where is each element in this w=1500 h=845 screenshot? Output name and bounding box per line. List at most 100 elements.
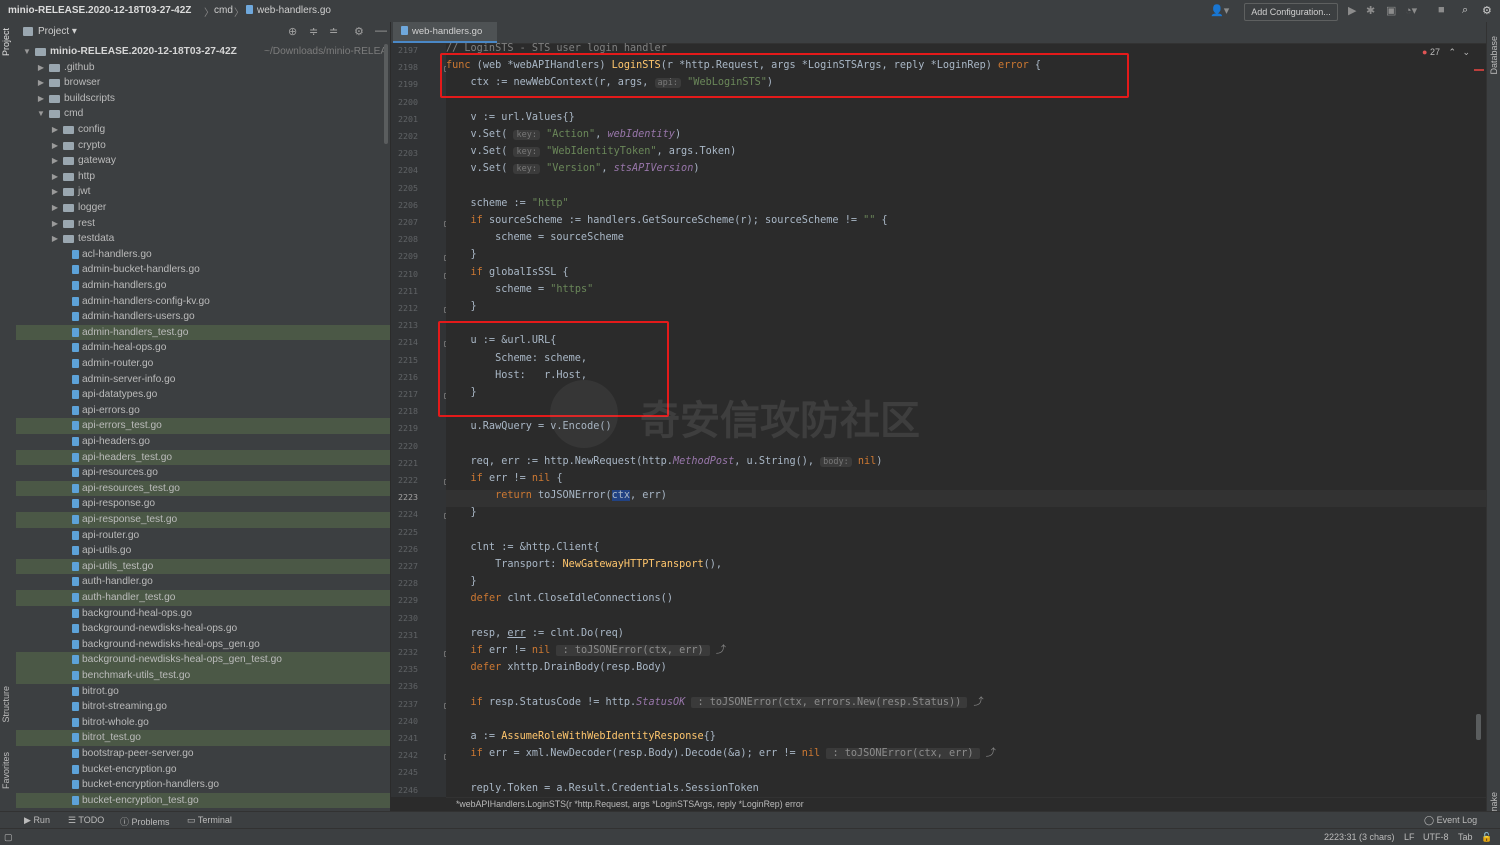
code-line[interactable]: defer xhttp.DrainBody(resp.Body) [446, 659, 667, 676]
tree-file-item[interactable]: api-headers.go [16, 434, 390, 450]
line-number[interactable]: 2227 [391, 561, 418, 571]
code-line[interactable]: resp, err := clnt.Do(req) [446, 625, 624, 642]
tree-folder-item[interactable]: ▶ rest [16, 216, 390, 232]
code-line[interactable]: req, err := http.NewRequest(http.MethodP… [446, 453, 882, 470]
line-number[interactable]: 2240 [391, 716, 418, 726]
error-stripe-marker[interactable] [1474, 69, 1484, 71]
code-breadcrumb[interactable]: *webAPIHandlers.LoginSTS(r *http.Request… [456, 799, 804, 809]
line-number[interactable]: 2245 [391, 767, 418, 777]
line-number[interactable]: 2199 [391, 79, 418, 89]
editor-scrollbar[interactable] [1476, 714, 1481, 740]
line-number[interactable]: 2201 [391, 114, 418, 124]
code-line[interactable]: v.Set( key: "Version", stsAPIVersion) [446, 160, 699, 177]
tree-file-item[interactable]: api-errors.go [16, 403, 390, 419]
tree-folder-item[interactable]: ▶ testdata [16, 231, 390, 247]
gear-icon[interactable]: ⚙ [1482, 4, 1492, 17]
line-number[interactable]: 2208 [391, 234, 418, 244]
tree-folder-item[interactable]: ▶ gateway [16, 153, 390, 169]
debug-icon[interactable]: ✱ [1366, 4, 1375, 17]
line-number[interactable]: 2207 [391, 217, 418, 227]
breadcrumb-dir[interactable]: cmd [214, 5, 233, 16]
tree-file-item[interactable]: admin-server-info.go [16, 372, 390, 388]
file-encoding[interactable]: UTF-8 [1423, 832, 1449, 842]
code-line[interactable]: return toJSONError(ctx, err) [446, 487, 667, 504]
tab-web-handlers[interactable]: web-handlers.go [393, 22, 497, 43]
locate-icon[interactable]: ⊕ [288, 25, 297, 38]
database-tool-tab[interactable]: Database [1489, 36, 1499, 75]
code-line[interactable]: if err != nil : toJSONError(ctx, err) ⤴ [446, 642, 726, 659]
line-number[interactable]: 2226 [391, 544, 418, 554]
previous-problem-icon[interactable]: ⌃ [1448, 47, 1456, 57]
code-breadcrumb-bar[interactable]: *webAPIHandlers.LoginSTS(r *http.Request… [446, 797, 1486, 812]
line-number[interactable]: 2220 [391, 441, 418, 451]
breadcrumb-file[interactable]: web-handlers.go [246, 5, 331, 16]
search-icon[interactable]: ⌕ [1462, 4, 1468, 17]
tree-file-item[interactable]: background-heal-ops.go [16, 606, 390, 622]
tree-folder-item[interactable]: ▶ jwt [16, 184, 390, 200]
project-tool-tab[interactable]: Project [1, 28, 11, 56]
tree-root-item[interactable]: ▼ minio-RELEASE.2020-12-18T03-27-42Z ~/Dow… [16, 44, 390, 60]
code-line[interactable]: reply.Token = a.Result.Credentials.Sessi… [446, 780, 759, 797]
coverage-icon[interactable]: ▣ [1386, 4, 1396, 17]
chevron-right-icon[interactable]: ▶ [50, 216, 60, 232]
hide-panel-icon[interactable]: — [375, 23, 387, 37]
code-line[interactable]: } [446, 246, 477, 263]
code-line[interactable]: if err = xml.NewDecoder(resp.Body).Decod… [446, 745, 996, 762]
tree-file-item[interactable]: admin-handlers-users.go [16, 309, 390, 325]
code-line[interactable]: if globalIsSSL { [446, 264, 569, 281]
tree-folder-item[interactable]: ▶ http [16, 169, 390, 185]
tree-file-item[interactable]: api-response.go [16, 496, 390, 512]
line-number[interactable]: 2198 [391, 62, 418, 72]
code-line[interactable]: v.Set( key: "Action", webIdentity) [446, 126, 681, 143]
line-number[interactable]: 2225 [391, 527, 418, 537]
tree-file-item[interactable]: benchmark-utils_test.go [16, 668, 390, 684]
code-line[interactable]: defer clnt.CloseIdleConnections() [446, 590, 673, 607]
line-number[interactable]: 2213 [391, 320, 418, 330]
profile-icon[interactable]: ◔▾ [1405, 4, 1417, 17]
chevron-down-icon[interactable]: ▼ [36, 106, 46, 122]
tree-file-item[interactable]: api-response_test.go [16, 512, 390, 528]
chevron-right-icon[interactable]: ▶ [50, 184, 60, 200]
line-number[interactable]: 2200 [391, 97, 418, 107]
code-line[interactable]: a := AssumeRoleWithWebIdentityResponse{} [446, 728, 716, 745]
chevron-right-icon[interactable]: ▶ [50, 169, 60, 185]
line-number[interactable]: 2237 [391, 699, 418, 709]
tree-folder-item[interactable]: ▶ .github [16, 60, 390, 76]
chevron-right-icon[interactable]: ▶ [36, 75, 46, 91]
line-number[interactable]: 2205 [391, 183, 418, 193]
chevron-right-icon[interactable]: ▶ [50, 153, 60, 169]
todo-tool-button[interactable]: ☰ TODO [68, 815, 104, 826]
structure-tool-tab[interactable]: Structure [1, 686, 11, 723]
event-log-button[interactable]: ◯ Event Log [1424, 815, 1477, 826]
line-number[interactable]: 2221 [391, 458, 418, 468]
tree-file-item[interactable]: background-newdisks-heal-ops.go [16, 621, 390, 637]
code-line[interactable]: if sourceScheme := handlers.GetSourceSch… [446, 212, 888, 229]
tree-file-item[interactable]: admin-handlers_test.go [16, 324, 390, 341]
tree-file-item[interactable]: acl-handlers.go [16, 247, 390, 263]
line-number[interactable]: 2232 [391, 647, 418, 657]
tree-file-item[interactable]: bitrot-streaming.go [16, 699, 390, 715]
lock-icon[interactable]: 🔓 [1481, 832, 1492, 843]
code-line[interactable]: scheme := "http" [446, 195, 569, 212]
gear-icon[interactable]: ⚙ [354, 25, 364, 38]
line-number[interactable]: 2215 [391, 355, 418, 365]
code-line[interactable]: if err != nil { [446, 470, 563, 487]
add-configuration-button[interactable]: Add Configuration... [1244, 3, 1338, 21]
problems-indicator[interactable]: ● 27 ⌃ ⌄ [1422, 47, 1470, 58]
line-number[interactable]: 2241 [391, 733, 418, 743]
chevron-right-icon[interactable]: ▶ [50, 138, 60, 154]
line-number[interactable]: 2202 [391, 131, 418, 141]
tree-folder-item[interactable]: ▶ config [16, 122, 390, 138]
chevron-right-icon[interactable]: ▶ [36, 60, 46, 76]
tree-file-item[interactable]: api-utils_test.go [16, 558, 390, 575]
run-icon[interactable]: ▶ [1348, 4, 1356, 17]
line-number[interactable]: 2218 [391, 406, 418, 416]
project-scrollbar[interactable] [384, 44, 388, 144]
tree-folder-item[interactable]: ▼ cmd [16, 106, 390, 122]
tree-file-item[interactable]: admin-heal-ops.go [16, 340, 390, 356]
line-number[interactable]: 2212 [391, 303, 418, 313]
line-number[interactable]: 2222 [391, 475, 418, 485]
run-tool-button[interactable]: ▶ Run [24, 815, 50, 826]
tree-file-item[interactable]: api-resources.go [16, 465, 390, 481]
line-number[interactable]: 2219 [391, 423, 418, 433]
